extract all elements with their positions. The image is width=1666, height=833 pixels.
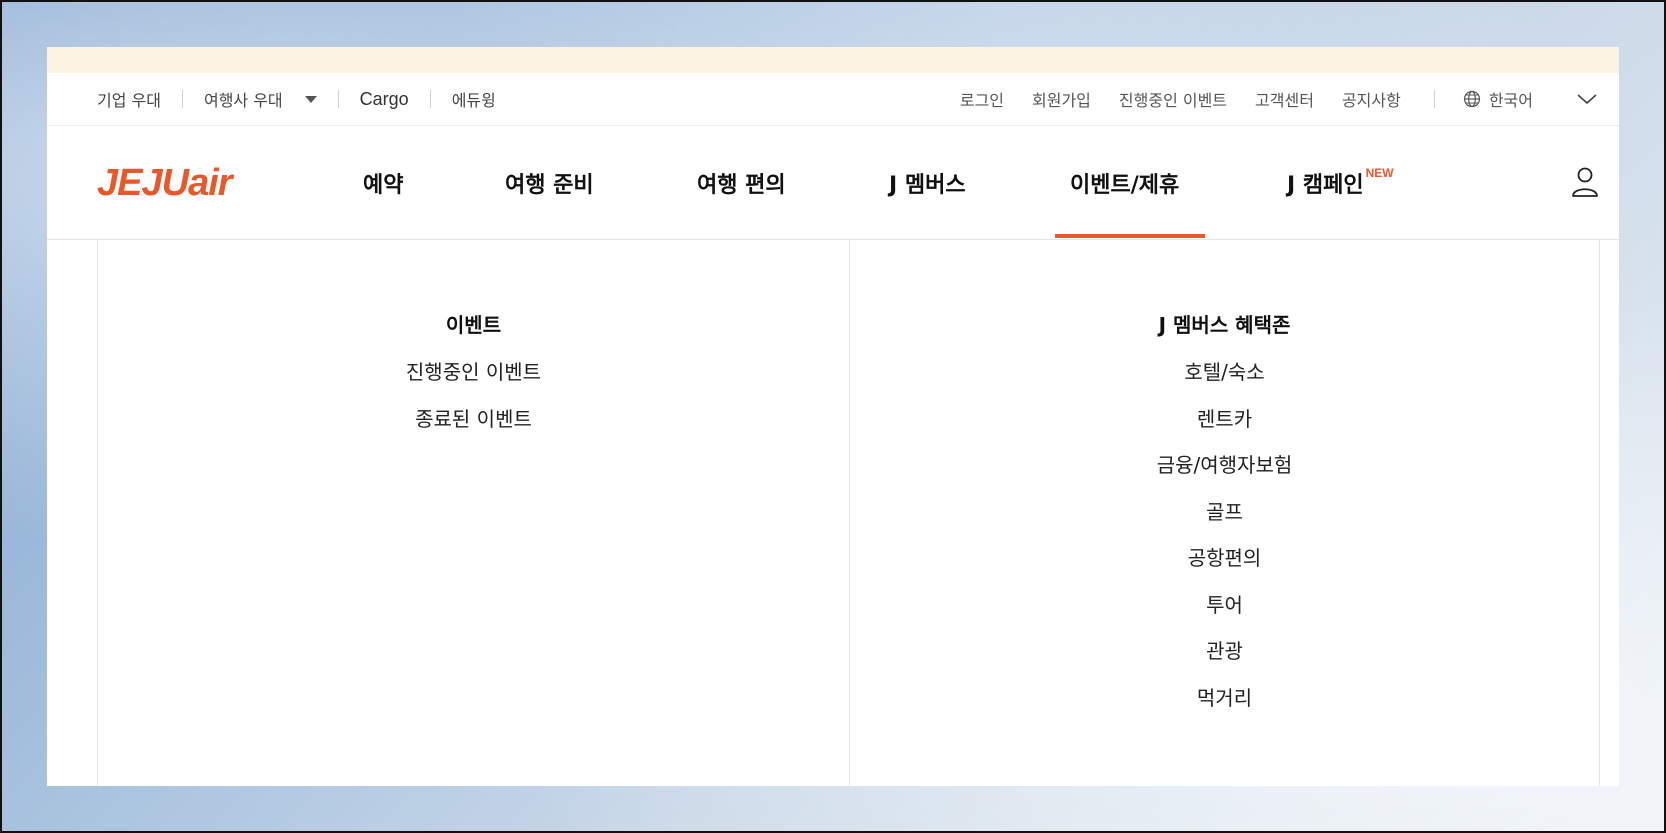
column-divider [1599, 239, 1600, 786]
utility-bar: 기업 우대 여행사 우대 Cargo 에듀윙 로그인 회원가입 진행중인 이벤트… [47, 73, 1619, 126]
notices-link[interactable]: 공지사항 [1342, 87, 1401, 111]
mega-menu: 이벤트 진행중인 이벤트 종료된 이벤트 J 멤버스 혜택존 호텔/숙소 렌트카… [47, 239, 1619, 786]
menu-link-food[interactable]: 먹거리 [850, 683, 1599, 730]
menu-link-airport-convenience[interactable]: 공항편의 [850, 543, 1599, 590]
nav-item-reservation[interactable]: 예약 [363, 126, 403, 239]
utility-right: 로그인 회원가입 진행중인 이벤트 고객센터 공지사항 한국어 [960, 73, 1533, 125]
column-title-events: 이벤트 [445, 313, 502, 337]
cargo-link[interactable]: Cargo [360, 89, 409, 110]
menu-link-ended-events[interactable]: 종료된 이벤트 [98, 404, 849, 451]
eduwing-link[interactable]: 에듀윙 [452, 87, 496, 111]
menu-link-insurance[interactable]: 금융/여행자보험 [850, 450, 1599, 497]
menu-link-tour[interactable]: 투어 [850, 590, 1599, 637]
menu-link-ongoing-events[interactable]: 진행중인 이벤트 [98, 357, 849, 404]
divider [181, 90, 183, 108]
account-button[interactable] [1571, 166, 1599, 198]
signup-link[interactable]: 회원가입 [1032, 87, 1091, 111]
caret-down-icon [304, 95, 317, 103]
corporate-benefits-link[interactable]: 기업 우대 [97, 87, 161, 111]
expand-toggle[interactable] [1575, 89, 1599, 109]
divider [429, 90, 431, 108]
logo-sub-text: air [188, 162, 232, 204]
nav-item-j-campaign[interactable]: J 캠페인 NEW [1287, 126, 1394, 239]
language-label: 한국어 [1488, 91, 1533, 110]
logo-main-text: JEJU [97, 162, 189, 204]
browser-window: 기업 우대 여행사 우대 Cargo 에듀윙 로그인 회원가입 진행중인 이벤트… [47, 47, 1619, 786]
menu-column-events: 이벤트 진행중인 이벤트 종료된 이벤트 [98, 239, 849, 786]
menu-link-rentcar[interactable]: 렌트카 [850, 404, 1599, 451]
column-title-j-members-benefits: J 멤버스 혜택존 [1158, 313, 1291, 337]
language-selector[interactable]: 한국어 [1463, 87, 1533, 111]
ongoing-events-link[interactable]: 진행중인 이벤트 [1119, 87, 1227, 111]
nav-item-j-campaign-label: J 캠페인 [1287, 172, 1364, 198]
new-badge: NEW [1365, 165, 1394, 180]
travel-agency-label: 여행사 우대 [203, 91, 283, 110]
menu-link-hotel[interactable]: 호텔/숙소 [850, 357, 1599, 404]
nav-item-travel-convenience[interactable]: 여행 편의 [697, 126, 786, 239]
globe-icon [1463, 90, 1480, 108]
events-link-list: 진행중인 이벤트 종료된 이벤트 [98, 357, 849, 450]
nav-item-j-members[interactable]: J 멤버스 [889, 126, 966, 239]
chevron-down-icon [1577, 94, 1597, 105]
utility-left: 기업 우대 여행사 우대 Cargo 에듀윙 [97, 73, 496, 125]
divider [1433, 90, 1435, 108]
nav-item-events-partners[interactable]: 이벤트/제휴 [1070, 126, 1179, 239]
travel-agency-dropdown[interactable]: 여행사 우대 [204, 87, 317, 111]
menu-column-j-members-benefits: J 멤버스 혜택존 호텔/숙소 렌트카 금융/여행자보험 골프 공항편의 투어 … [850, 239, 1599, 786]
nav-item-travel-prep[interactable]: 여행 준비 [505, 126, 594, 239]
main-header: JEJUair 예약 여행 준비 여행 편의 J 멤버스 이벤트/제휴 J 캠페… [47, 126, 1619, 240]
jejuair-logo[interactable]: JEJUair [97, 162, 233, 205]
top-banner-strip [47, 47, 1619, 73]
menu-link-sightseeing[interactable]: 관광 [850, 636, 1599, 683]
customer-center-link[interactable]: 고객센터 [1255, 87, 1314, 111]
login-link[interactable]: 로그인 [960, 87, 1004, 111]
active-nav-indicator [1055, 234, 1205, 238]
menu-link-golf[interactable]: 골프 [850, 497, 1599, 544]
divider [337, 90, 339, 108]
user-icon [1572, 167, 1598, 197]
benefits-link-list: 호텔/숙소 렌트카 금융/여행자보험 골프 공항편의 투어 관광 먹거리 [850, 357, 1599, 729]
